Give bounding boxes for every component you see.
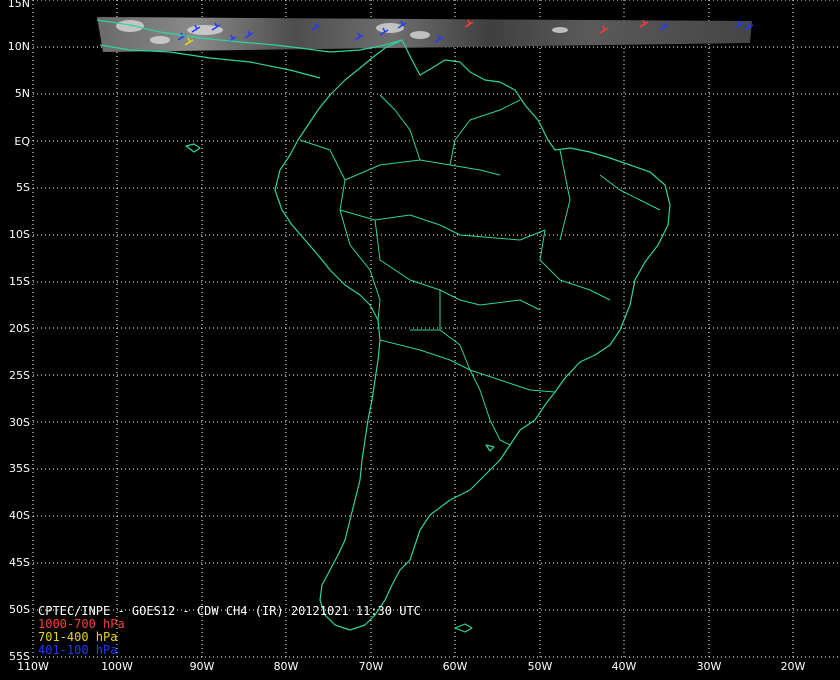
lat-label: 20S [9,322,30,335]
lat-label: 35S [9,462,30,475]
lon-label: 40W [611,660,637,673]
lat-label: 10S [9,228,30,241]
lon-label: 50W [527,660,553,673]
map-background [0,0,840,680]
lat-label: EQ [14,135,30,148]
legend-high-level: 401-100 hPa [38,643,118,657]
lat-label: 5N [14,87,30,100]
lon-label: 90W [189,660,215,673]
lon-label: 30W [696,660,722,673]
lon-label: 110W [17,660,49,673]
lat-label: 40S [9,509,30,522]
lon-label: 70W [358,660,384,673]
lat-label: 50S [9,603,30,616]
map-title: CPTEC/INPE - GOES12 - CDW CH4 (IR) 20121… [38,604,421,618]
lat-label: 30S [9,416,30,429]
lon-label: 100W [101,660,133,673]
lon-label: 20W [780,660,806,673]
lon-label: 60W [442,660,468,673]
map-canvas [0,0,840,680]
lat-label: 25S [9,369,30,382]
lat-label: 10N [7,40,30,53]
lat-label: 15S [9,275,30,288]
lat-label: 45S [9,556,30,569]
lat-label: 5S [16,181,30,194]
legend-mid-level: 701-400 hPa [38,630,118,644]
lon-label: 80W [273,660,299,673]
lat-label: 15N [7,0,30,10]
legend-low-level: 1000-700 hPa [38,617,125,631]
